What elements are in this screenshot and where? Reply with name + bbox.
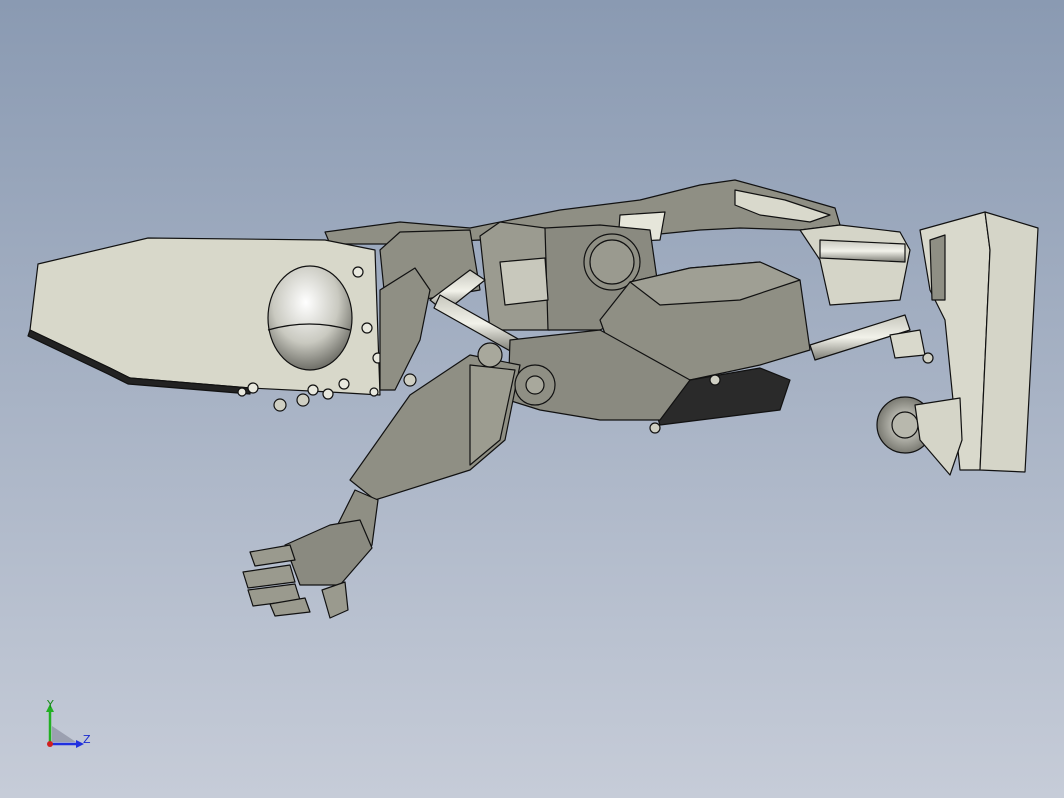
caster-fork [914,397,963,476]
cad-3d-viewport[interactable]: Y Z [0,0,1064,798]
axis-y-label: Y [47,698,54,711]
right-upright-shade [929,234,946,301]
left-bracket [379,267,431,391]
coordinate-triad: Y Z [38,696,98,756]
cylinder-lower-end [889,329,926,359]
palm [284,519,373,586]
dome [267,265,353,371]
right-frame-block [799,224,911,306]
robot-arm-model[interactable] [0,0,1064,798]
pivot-boss-inner [589,239,635,285]
center-block-light [499,257,549,306]
cylinder-upper [819,239,906,263]
shoulder-pin [477,342,503,368]
axis-z-label: Z [83,733,91,746]
